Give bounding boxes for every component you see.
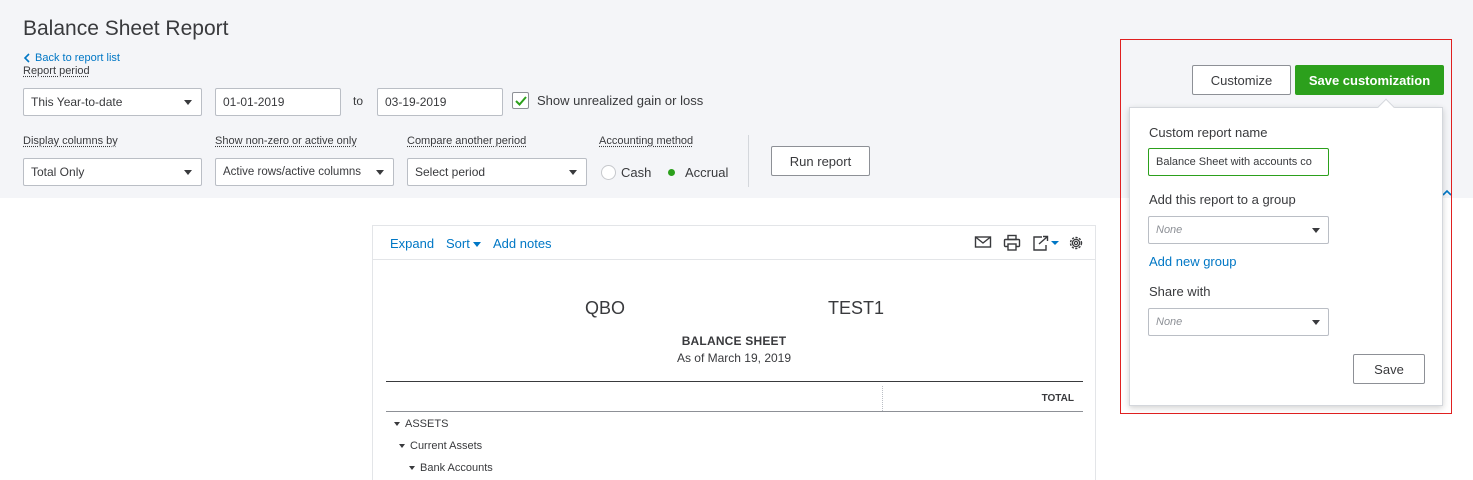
- back-link-label: Back to report list: [35, 52, 120, 64]
- total-column-header[interactable]: TOTAL: [973, 393, 1074, 404]
- report-date: As of March 19, 2019: [373, 351, 1095, 365]
- unrealized-gain-checkbox[interactable]: [512, 92, 529, 109]
- report-period-label: Report period: [23, 65, 90, 77]
- share-with-select[interactable]: None: [1148, 308, 1329, 336]
- sort-dropdown[interactable]: Sort: [446, 236, 481, 251]
- row-label: ASSETS: [405, 418, 448, 430]
- caret-down-icon: [569, 170, 577, 175]
- share-with-value: None: [1156, 316, 1182, 328]
- company-name-left: QBO: [585, 298, 625, 319]
- report-period-value: This Year-to-date: [31, 95, 122, 109]
- display-columns-label: Display columns by: [23, 135, 118, 147]
- row-label: Current Assets: [410, 440, 482, 452]
- custom-report-name-label: Custom report name: [1149, 125, 1268, 140]
- date-from-input[interactable]: 01-01-2019: [215, 88, 341, 116]
- save-customization-popup: Custom report name Balance Sheet with ac…: [1129, 107, 1443, 406]
- add-to-group-label: Add this report to a group: [1149, 192, 1296, 207]
- caret-down-icon: [473, 242, 481, 247]
- nonzero-label: Show non-zero or active only: [215, 135, 357, 147]
- caret-down-icon: [184, 100, 192, 105]
- save-button[interactable]: Save: [1353, 354, 1425, 384]
- report-period-select[interactable]: This Year-to-date: [23, 88, 202, 116]
- collapse-triangle-icon: [409, 466, 415, 470]
- checkmark-icon: [514, 94, 528, 108]
- nonzero-value: Active rows/active columns: [223, 166, 361, 178]
- run-report-button[interactable]: Run report: [771, 146, 870, 176]
- export-icon[interactable]: [1032, 234, 1062, 252]
- compare-period-select[interactable]: Select period: [407, 158, 587, 186]
- caret-down-icon: [184, 170, 192, 175]
- date-to-input[interactable]: 03-19-2019: [377, 88, 503, 116]
- company-name-right: TEST1: [828, 298, 884, 319]
- report-panel: Expand Sort Add notes QBO TEST1 BALANCE …: [372, 225, 1096, 480]
- compare-period-label: Compare another period: [407, 135, 526, 147]
- chevron-left-icon: [23, 53, 30, 63]
- print-icon[interactable]: [1003, 234, 1021, 252]
- add-notes-link[interactable]: Add notes: [493, 236, 552, 251]
- cash-radio[interactable]: [601, 165, 616, 180]
- row-label: Bank Accounts: [420, 462, 493, 474]
- accrual-radio[interactable]: [664, 165, 679, 180]
- to-label: to: [353, 94, 363, 108]
- back-to-report-list-link[interactable]: Back to report list: [23, 52, 120, 64]
- column-divider: [882, 386, 883, 411]
- caret-down-icon: [376, 170, 384, 175]
- gear-icon[interactable]: [1067, 234, 1085, 252]
- collapse-triangle-icon: [394, 422, 400, 426]
- report-toolbar: Expand Sort Add notes: [373, 226, 1095, 260]
- divider: [748, 135, 749, 187]
- sort-label: Sort: [446, 236, 470, 251]
- collapse-triangle-icon: [399, 444, 405, 448]
- nonzero-select[interactable]: Active rows/active columns: [215, 158, 394, 186]
- accounting-method-label: Accounting method: [599, 135, 693, 147]
- report-row[interactable]: Current Assets: [399, 440, 482, 452]
- report-row[interactable]: Bank Accounts: [409, 462, 493, 474]
- cash-radio-label: Cash: [621, 165, 651, 180]
- display-columns-select[interactable]: Total Only: [23, 158, 202, 186]
- caret-down-icon: [1312, 228, 1320, 233]
- expand-link[interactable]: Expand: [390, 236, 434, 251]
- unrealized-gain-label: Show unrealized gain or loss: [537, 93, 703, 108]
- group-select-value: None: [1156, 224, 1182, 236]
- email-icon[interactable]: [974, 234, 992, 250]
- compare-period-value: Select period: [415, 165, 485, 179]
- page-title: Balance Sheet Report: [23, 17, 228, 41]
- group-select[interactable]: None: [1148, 216, 1329, 244]
- caret-down-icon: [1312, 320, 1320, 325]
- custom-report-name-input[interactable]: Balance Sheet with accounts co: [1148, 148, 1329, 176]
- column-header-rule: [386, 411, 1083, 412]
- accrual-radio-label: Accrual: [685, 165, 728, 180]
- report-row[interactable]: ASSETS: [394, 418, 448, 430]
- share-with-label: Share with: [1149, 284, 1210, 299]
- display-columns-value: Total Only: [31, 165, 84, 179]
- header-rule: [386, 381, 1083, 382]
- add-new-group-link[interactable]: Add new group: [1149, 254, 1236, 269]
- report-title: BALANCE SHEET: [373, 334, 1095, 348]
